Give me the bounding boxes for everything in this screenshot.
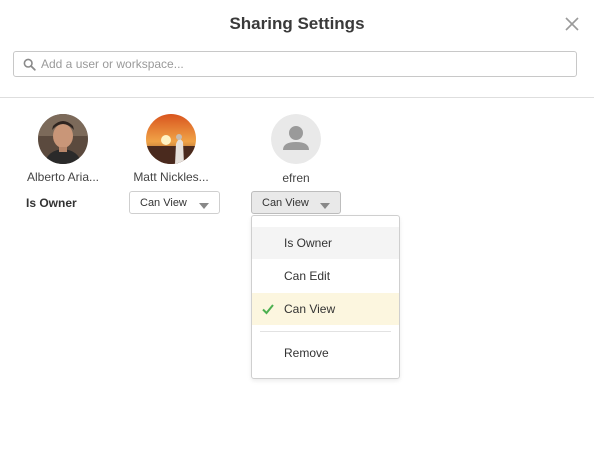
avatar bbox=[146, 114, 196, 164]
permission-label: Can View bbox=[262, 197, 309, 209]
checkmark-icon bbox=[262, 303, 274, 315]
user-card: Matt Nickles... bbox=[129, 114, 213, 184]
dialog-header: Sharing Settings bbox=[0, 0, 594, 48]
permission-label: Can View bbox=[140, 197, 187, 209]
menu-item-label: Can Edit bbox=[284, 269, 331, 283]
menu-item-is-owner[interactable]: Is Owner bbox=[252, 227, 399, 259]
permission-menu: Is Owner Can Edit Can View Remove bbox=[251, 215, 400, 379]
dialog-title: Sharing Settings bbox=[229, 14, 365, 33]
user-card: Alberto Aria... bbox=[22, 114, 104, 184]
default-person-icon bbox=[271, 114, 321, 164]
menu-item-can-view[interactable]: Can View bbox=[252, 293, 399, 325]
role-label: Is Owner bbox=[26, 196, 77, 210]
menu-item-can-edit[interactable]: Can Edit bbox=[252, 260, 399, 292]
menu-item-label: Remove bbox=[284, 346, 329, 360]
caret-down-icon bbox=[320, 200, 330, 209]
menu-item-label: Is Owner bbox=[284, 236, 333, 250]
menu-item-remove[interactable]: Remove bbox=[252, 337, 399, 369]
divider bbox=[0, 97, 594, 98]
caret-down-icon bbox=[199, 200, 209, 209]
user-name: Matt Nickles... bbox=[133, 170, 209, 184]
user-name: efren bbox=[282, 171, 310, 185]
user-card: efren bbox=[256, 114, 336, 185]
search-input[interactable] bbox=[41, 52, 561, 76]
menu-item-label: Can View bbox=[284, 302, 336, 316]
search-icon bbox=[23, 58, 36, 71]
avatar bbox=[38, 114, 88, 164]
close-icon[interactable] bbox=[563, 15, 581, 33]
permission-dropdown-button[interactable]: Can View bbox=[251, 191, 341, 214]
search-box[interactable] bbox=[13, 51, 577, 77]
menu-separator bbox=[260, 331, 391, 332]
user-name: Alberto Aria... bbox=[26, 170, 100, 184]
permission-dropdown-button[interactable]: Can View bbox=[129, 191, 220, 214]
